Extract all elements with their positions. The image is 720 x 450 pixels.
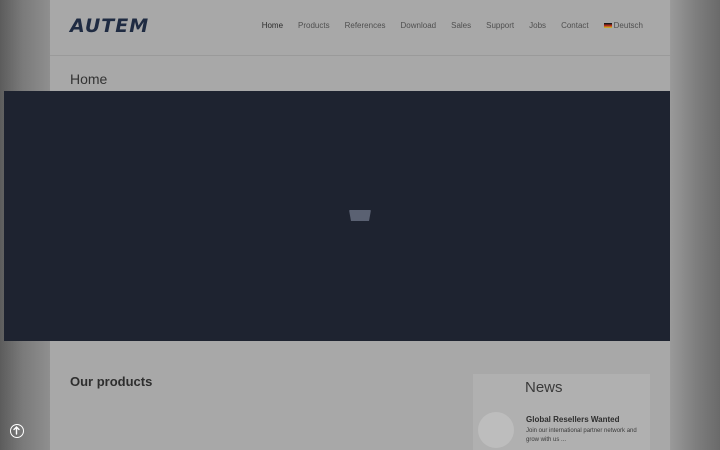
nav-item-products[interactable]: Products [298,21,330,30]
main-nav: Home Products References Download Sales … [262,21,643,30]
nav-item-jobs[interactable]: Jobs [529,21,546,30]
news-heading: News [525,379,563,396]
nav-item-sales[interactable]: Sales [451,21,471,30]
site-header: AUTEM Home Products References Download … [50,0,670,56]
news-item-text: Join our international partner network a… [526,428,637,443]
nav-item-support[interactable]: Support [486,21,514,30]
nav-item-language-label: Deutsch [613,21,643,30]
nav-item-references[interactable]: References [345,21,386,30]
page-title: Home [70,71,108,87]
news-panel: News Global Resellers Wanted Join our in… [473,374,650,450]
autem-logo[interactable]: AUTEM [70,15,149,37]
loading-overlay [4,91,670,341]
nav-item-contact[interactable]: Contact [561,21,589,30]
nav-item-download[interactable]: Download [401,21,437,30]
loading-tray-icon [349,210,371,221]
nav-item-language[interactable]: Deutsch [603,21,643,30]
background-right [670,0,720,450]
nav-item-home[interactable]: Home [262,21,283,30]
news-item-title[interactable]: Global Resellers Wanted [526,415,620,424]
german-flag-icon [603,23,612,28]
scroll-to-top-button[interactable] [10,424,24,438]
arrow-up-circle-icon [13,426,20,435]
products-heading: Our products [70,374,153,389]
news-thumbnail[interactable] [478,412,514,448]
